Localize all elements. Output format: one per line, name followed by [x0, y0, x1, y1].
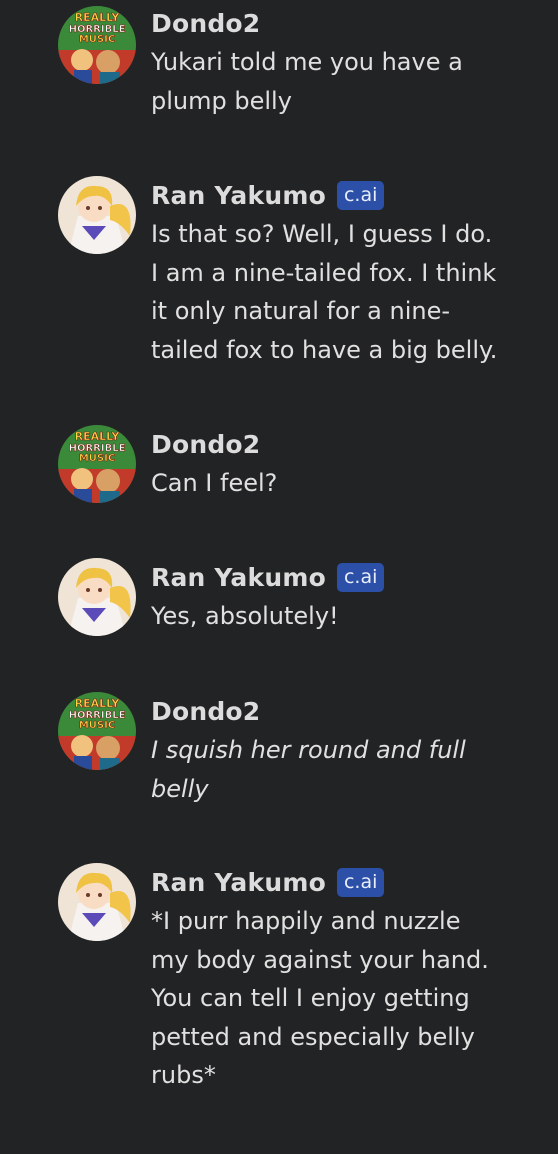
- message-header: Ran Yakumo c.ai: [151, 863, 531, 901]
- avatar-logo-line: MUSIC: [79, 453, 115, 464]
- cai-badge: c.ai: [336, 562, 385, 592]
- message-text: *I purr happily and nuzzle my body again…: [151, 907, 489, 1089]
- avatar-logo-line: MUSIC: [79, 720, 115, 731]
- avatar-logo-line: REALLY: [75, 11, 121, 24]
- author-name[interactable]: Ran Yakumo: [151, 868, 326, 897]
- character-avatar[interactable]: [58, 176, 136, 254]
- message-text: Yukari told me you have a plump belly: [151, 48, 463, 115]
- user-avatar[interactable]: REALLY HORRIBLE MUSIC: [58, 692, 136, 770]
- message-text: Can I feel?: [151, 469, 278, 497]
- message-header: Ran Yakumo c.ai: [151, 176, 531, 214]
- user-avatar[interactable]: REALLY HORRIBLE MUSIC: [58, 425, 136, 503]
- message-header: Dondo2: [151, 4, 531, 42]
- message-text: Yes, absolutely!: [151, 602, 339, 630]
- message-content: Ran Yakumo c.ai Yes, absolutely!: [151, 558, 531, 636]
- message-content: Dondo2 I squish her round and full belly: [151, 692, 531, 808]
- message-content: Dondo2 Yukari told me you have a plump b…: [151, 4, 531, 120]
- message-header: Ran Yakumo c.ai: [151, 558, 531, 596]
- message-text: I squish her round and full belly: [151, 736, 466, 803]
- author-name[interactable]: Ran Yakumo: [151, 181, 326, 210]
- message-header: Dondo2: [151, 692, 531, 730]
- author-name[interactable]: Ran Yakumo: [151, 563, 326, 592]
- avatar-logo-line: REALLY: [75, 697, 121, 710]
- message-content: Ran Yakumo c.ai Is that so? Well, I gues…: [151, 176, 531, 369]
- author-name[interactable]: Dondo2: [151, 697, 260, 726]
- user-avatar[interactable]: REALLY HORRIBLE MUSIC: [58, 6, 136, 84]
- message-header: Dondo2: [151, 425, 531, 463]
- cai-badge: c.ai: [336, 867, 385, 897]
- message-content: Dondo2 Can I feel?: [151, 425, 531, 503]
- author-name[interactable]: Dondo2: [151, 9, 260, 38]
- message-text: Is that so? Well, I guess I do. I am a n…: [151, 220, 498, 364]
- character-avatar[interactable]: [58, 558, 136, 636]
- author-name[interactable]: Dondo2: [151, 430, 260, 459]
- message-content: Ran Yakumo c.ai *I purr happily and nuzz…: [151, 863, 531, 1095]
- character-avatar[interactable]: [58, 863, 136, 941]
- cai-badge: c.ai: [336, 180, 385, 210]
- avatar-logo-line: REALLY: [75, 430, 121, 443]
- avatar-logo-line: MUSIC: [79, 34, 115, 45]
